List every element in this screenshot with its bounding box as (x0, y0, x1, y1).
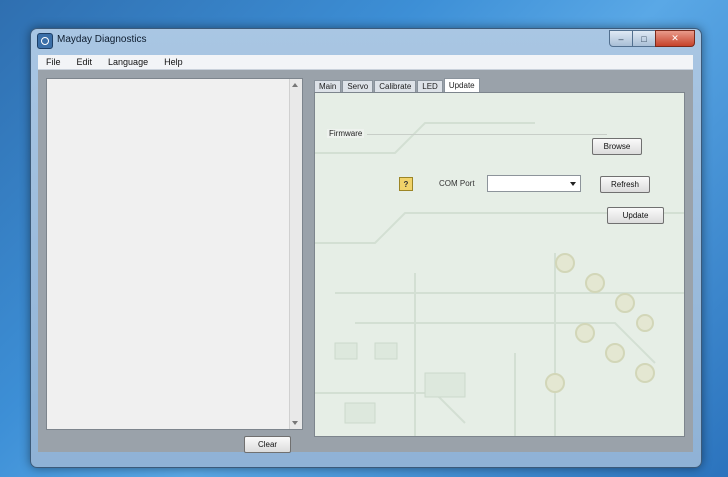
client-area: Clear Main Servo Calibrate LED Update Fi… (38, 70, 693, 453)
menu-bar: File Edit Language Help (38, 55, 693, 70)
menu-language[interactable]: Language (100, 57, 156, 67)
refresh-button[interactable]: Refresh (600, 176, 650, 193)
app-window: Mayday Diagnostics – □ ✕ File Edit Langu… (30, 28, 702, 468)
tab-update[interactable]: Update (443, 78, 480, 92)
log-panel[interactable] (46, 78, 303, 430)
firmware-group-line (367, 134, 607, 135)
tab-strip: Main Servo Calibrate LED Update (314, 78, 481, 92)
window-controls: – □ ✕ (609, 30, 695, 47)
log-scrollbar[interactable] (289, 79, 302, 429)
browse-button[interactable]: Browse (592, 138, 642, 155)
title-bar[interactable]: Mayday Diagnostics – □ ✕ (31, 29, 701, 53)
menu-edit[interactable]: Edit (69, 57, 101, 67)
help-icon[interactable]: ? (399, 177, 413, 191)
menu-help[interactable]: Help (156, 57, 191, 67)
close-button[interactable]: ✕ (655, 30, 695, 47)
menu-file[interactable]: File (38, 57, 69, 67)
app-icon (37, 33, 53, 49)
tab-led[interactable]: LED (417, 80, 443, 92)
scroll-down-icon[interactable] (292, 421, 298, 425)
scroll-up-icon[interactable] (292, 83, 298, 87)
com-port-select[interactable] (487, 175, 581, 192)
firmware-label: Firmware (327, 129, 365, 138)
com-port-label: COM Port (439, 179, 475, 188)
update-tab-panel: Firmware Browse ? COM Port Refresh Updat… (314, 92, 685, 437)
window-title: Mayday Diagnostics (57, 34, 147, 45)
tab-calibrate[interactable]: Calibrate (374, 80, 417, 92)
update-button[interactable]: Update (607, 207, 664, 224)
tab-servo[interactable]: Servo (342, 80, 374, 92)
minimize-button[interactable]: – (609, 30, 633, 47)
clear-button[interactable]: Clear (244, 436, 291, 453)
chevron-down-icon[interactable] (570, 182, 576, 186)
tab-main[interactable]: Main (314, 80, 342, 92)
maximize-button[interactable]: □ (632, 30, 656, 47)
